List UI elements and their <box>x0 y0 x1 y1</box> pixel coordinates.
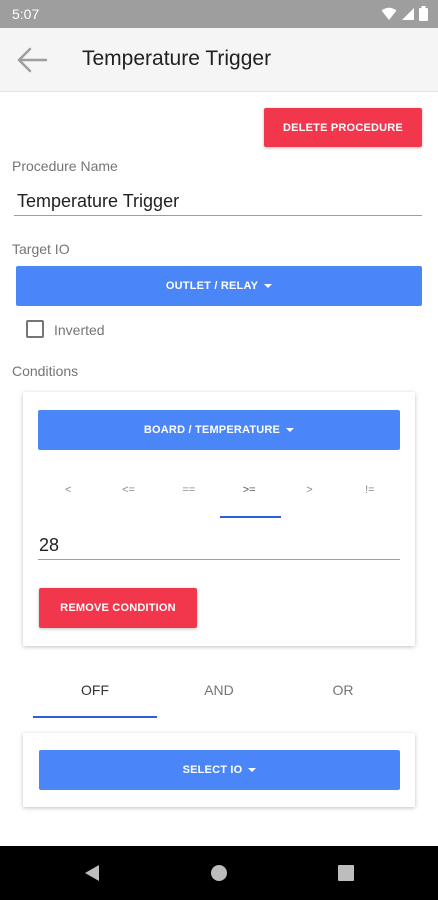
condition-value-underline <box>38 559 400 560</box>
condition-source-label: BOARD / TEMPERATURE <box>143 424 281 436</box>
dropdown-caret-icon <box>248 768 257 772</box>
tab-or[interactable]: OR <box>281 676 405 716</box>
signal-icon <box>402 7 414 20</box>
nav-recents-icon <box>338 865 354 881</box>
condition-value-input[interactable]: 28 <box>39 535 59 556</box>
operator-lt[interactable]: < <box>38 478 98 502</box>
app-bar: Temperature Trigger <box>0 28 438 92</box>
select-io-label: SELECT IO <box>182 764 243 776</box>
target-io-select-label: OUTLET / RELAY <box>165 280 259 292</box>
operator-lte[interactable]: <= <box>98 478 158 502</box>
battery-icon <box>419 6 428 21</box>
operator-tabs: < <= == >= > != <box>38 478 400 502</box>
select-io-button[interactable]: SELECT IO <box>39 750 400 790</box>
logic-tabs: OFF AND OR <box>33 676 405 716</box>
operator-gt[interactable]: > <box>279 478 339 502</box>
back-button[interactable] <box>14 42 50 78</box>
wifi-icon <box>381 7 397 20</box>
nav-home-icon <box>211 865 227 881</box>
nav-home-button[interactable] <box>209 863 229 883</box>
inverted-label: Inverted <box>54 322 105 338</box>
conditions-label: Conditions <box>12 363 79 379</box>
status-bar: 5:07 <box>0 0 438 28</box>
page-title: Temperature Trigger <box>82 47 272 70</box>
status-time: 5:07 <box>12 6 40 22</box>
logic-selected-indicator <box>33 716 157 718</box>
arrow-back-icon <box>17 47 48 73</box>
tab-off[interactable]: OFF <box>33 676 157 716</box>
inverted-checkbox[interactable] <box>26 320 44 338</box>
remove-condition-button[interactable]: REMOVE CONDITION <box>39 588 197 628</box>
delete-procedure-button[interactable]: DELETE PROCEDURE <box>264 108 422 147</box>
nav-back-icon <box>85 865 99 881</box>
nav-recents-button[interactable] <box>336 863 356 883</box>
dropdown-caret-icon <box>286 428 295 432</box>
tab-and[interactable]: AND <box>157 676 281 716</box>
system-nav-bar <box>0 846 438 900</box>
operator-eq[interactable]: == <box>159 478 219 502</box>
procedure-name-input[interactable]: Temperature Trigger <box>17 191 179 212</box>
operator-selected-indicator <box>220 516 281 518</box>
operator-neq[interactable]: != <box>340 478 400 502</box>
nav-back-button[interactable] <box>82 863 102 883</box>
operator-gte[interactable]: >= <box>219 478 279 502</box>
status-icons <box>381 6 428 21</box>
dropdown-caret-icon <box>264 284 273 288</box>
target-io-select[interactable]: OUTLET / RELAY <box>16 266 422 306</box>
procedure-name-underline <box>14 215 422 216</box>
target-io-label: Target IO <box>12 241 70 257</box>
condition-source-select[interactable]: BOARD / TEMPERATURE <box>38 410 400 450</box>
procedure-name-label: Procedure Name <box>12 158 118 174</box>
